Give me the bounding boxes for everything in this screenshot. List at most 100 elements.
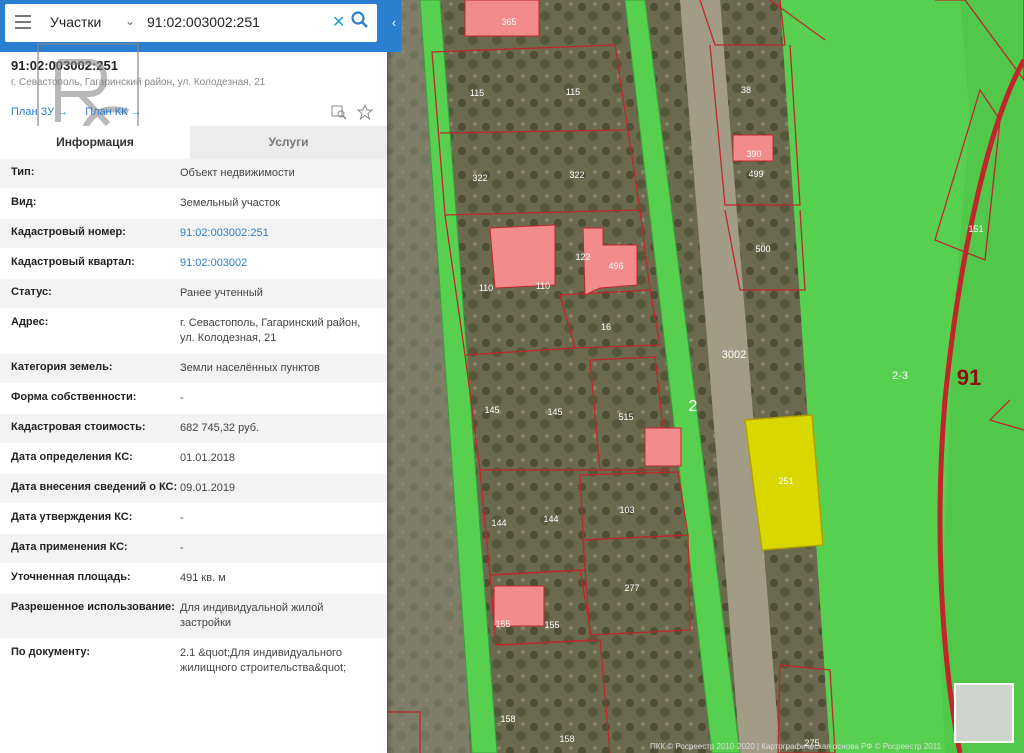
attr-row: По документу: 2.1 &quot;Для индивидуально… [0,639,387,684]
map-copyright: ПКК © Росреестр 2010-2020 | Картографиче… [650,742,942,751]
attr-value: 01.01.2018 [180,452,236,464]
clear-icon[interactable]: ✕ [332,12,345,32]
attr-value: Земли населённых пунктов [180,362,320,374]
attributes-list: Тип: Объект недвижимости Вид: Земельный уч… [0,159,387,684]
attr-label: По документу: [11,646,91,658]
cadastral-number-link[interactable]: 91:02:003002:251 [180,219,376,248]
map-label: 110 [536,281,550,291]
map-label: 515 [618,412,633,422]
attr-label: Адрес: [11,316,49,328]
tabs: Информация Услуги [0,126,387,159]
attr-value: Ранее учтенный [180,287,263,299]
attr-value: - [180,512,184,524]
plan-kk-link[interactable]: План КК → [85,106,141,118]
map-label: 2 [689,398,698,415]
map-label: 365 [501,17,516,27]
search-icon[interactable] [350,10,370,30]
chevron-down-icon[interactable]: ⌄ [125,14,135,28]
attr-label: Дата применения КС: [11,541,128,553]
map-label: 115 [470,88,484,98]
attr-label: Кадастровый номер: [11,226,126,238]
menu-icon[interactable] [15,15,31,29]
map-label: 2-3 [892,370,908,382]
attr-value: Для индивидуальной жилой застройки [180,602,324,629]
attr-row: Статус: Ранее учтенный [0,279,387,309]
map-label: 155 [495,619,510,629]
attr-label: Тип: [11,166,35,178]
attr-row: Кадастровый квартал: 91:02:003002 [0,249,387,279]
attr-row: Адрес: г. Севастополь, Гагаринский район,… [0,309,387,354]
map-label: 110 [479,283,493,293]
attr-row: Категория земель: Земли населённых пункто… [0,354,387,384]
attr-row: Дата утверждения КС: - [0,504,387,534]
attr-value: 09.01.2019 [180,482,236,494]
minimap-thumbnail[interactable] [954,683,1014,743]
map-label: 3002 [722,349,746,361]
cadastral-quarter-link[interactable]: 91:02:003002 [180,249,376,278]
attr-label: Дата утверждения КС: [11,511,133,523]
attr-label: Категория земель: [11,361,113,373]
map-label: 151 [968,224,983,234]
map-label: 144 [491,518,506,528]
collapse-panel-button[interactable]: ‹ [387,0,401,52]
map-label: 390 [746,149,761,159]
attr-row: Тип: Объект недвижимости [0,159,387,189]
zoom-to-icon[interactable] [331,104,347,120]
attr-row: Дата определения КС: 01.01.2018 [0,444,387,474]
attr-row: Форма собственности: - [0,384,387,414]
attr-label: Кадастровый квартал: [11,256,135,268]
attr-label: Уточненная площадь: [11,571,131,583]
attr-value: Земельный участок [180,197,281,209]
attr-row: Дата внесения сведений о КС: 09.01.2019 [0,474,387,504]
attr-row: Разрешенное использование: Для индивидуал… [0,594,387,639]
map-label: 115 [566,87,580,97]
star-icon[interactable] [357,103,374,121]
layer-select[interactable]: Участки [50,14,101,30]
map-label: 158 [500,714,515,724]
attr-label: Форма собственности: [11,391,137,403]
attr-value: Объект недвижимости [180,167,295,179]
attr-label: Разрешенное использование: [11,601,175,613]
attr-value: г. Севастополь, Гагаринский район, ул. К… [180,317,361,344]
attr-label: Статус: [11,286,52,298]
attr-row: Кадастровая стоимость: 682 745,32 руб. [0,414,387,444]
attr-label: Кадастровая стоимость: [11,421,146,433]
search-input[interactable]: 91:02:003002:251 [147,14,260,30]
plan-zu-link[interactable]: План ЗУ → [11,106,68,118]
map-label: 496 [608,261,623,271]
attr-value: - [180,542,184,554]
map-label: 144 [543,514,558,524]
map-label: 277 [624,583,639,593]
tab-services[interactable]: Услуги [190,126,387,159]
map-label: 103 [619,505,634,515]
map-label: 145 [484,405,499,415]
attr-value: - [180,392,184,404]
map-label: 145 [547,407,562,417]
tab-info[interactable]: Информация [0,126,190,159]
map-label: 16 [601,322,611,332]
attr-row: Дата применения КС: - [0,534,387,564]
attr-label: Дата внесения сведений о КС: [11,481,178,493]
attr-label: Вид: [11,196,37,208]
map-label: 500 [755,244,770,254]
attr-row: Уточненная площадь: 491 кв. м [0,564,387,594]
map-label: 322 [569,170,584,180]
map-label: 155 [544,620,559,630]
attr-row: Кадастровый номер: 91:02:003002:251 [0,219,387,249]
map-label-quarter: 91 [957,365,981,390]
map-label: 38 [741,85,751,95]
attr-value: 682 745,32 руб. [180,422,260,434]
map-label: 499 [748,169,763,179]
attr-label: Дата определения КС: [11,451,133,463]
search-box: Участки ⌄ 91:02:003002:251 ✕ [5,4,377,42]
attr-row: Вид: Земельный участок [0,189,387,219]
map-label: 322 [472,173,487,183]
attr-value: 2.1 &quot;Для индивидуального жилищного … [180,647,347,674]
panel-icons [331,103,374,125]
map-label: 158 [559,734,574,744]
info-panel: Участки ⌄ 91:02:003002:251 ✕ 91:02:00300… [0,0,387,753]
map-label: 122 [575,252,590,262]
plan-links: План ЗУ → План КК → [11,106,156,118]
map-label: 251 [778,476,793,486]
attr-value: 491 кв. м [180,572,226,584]
